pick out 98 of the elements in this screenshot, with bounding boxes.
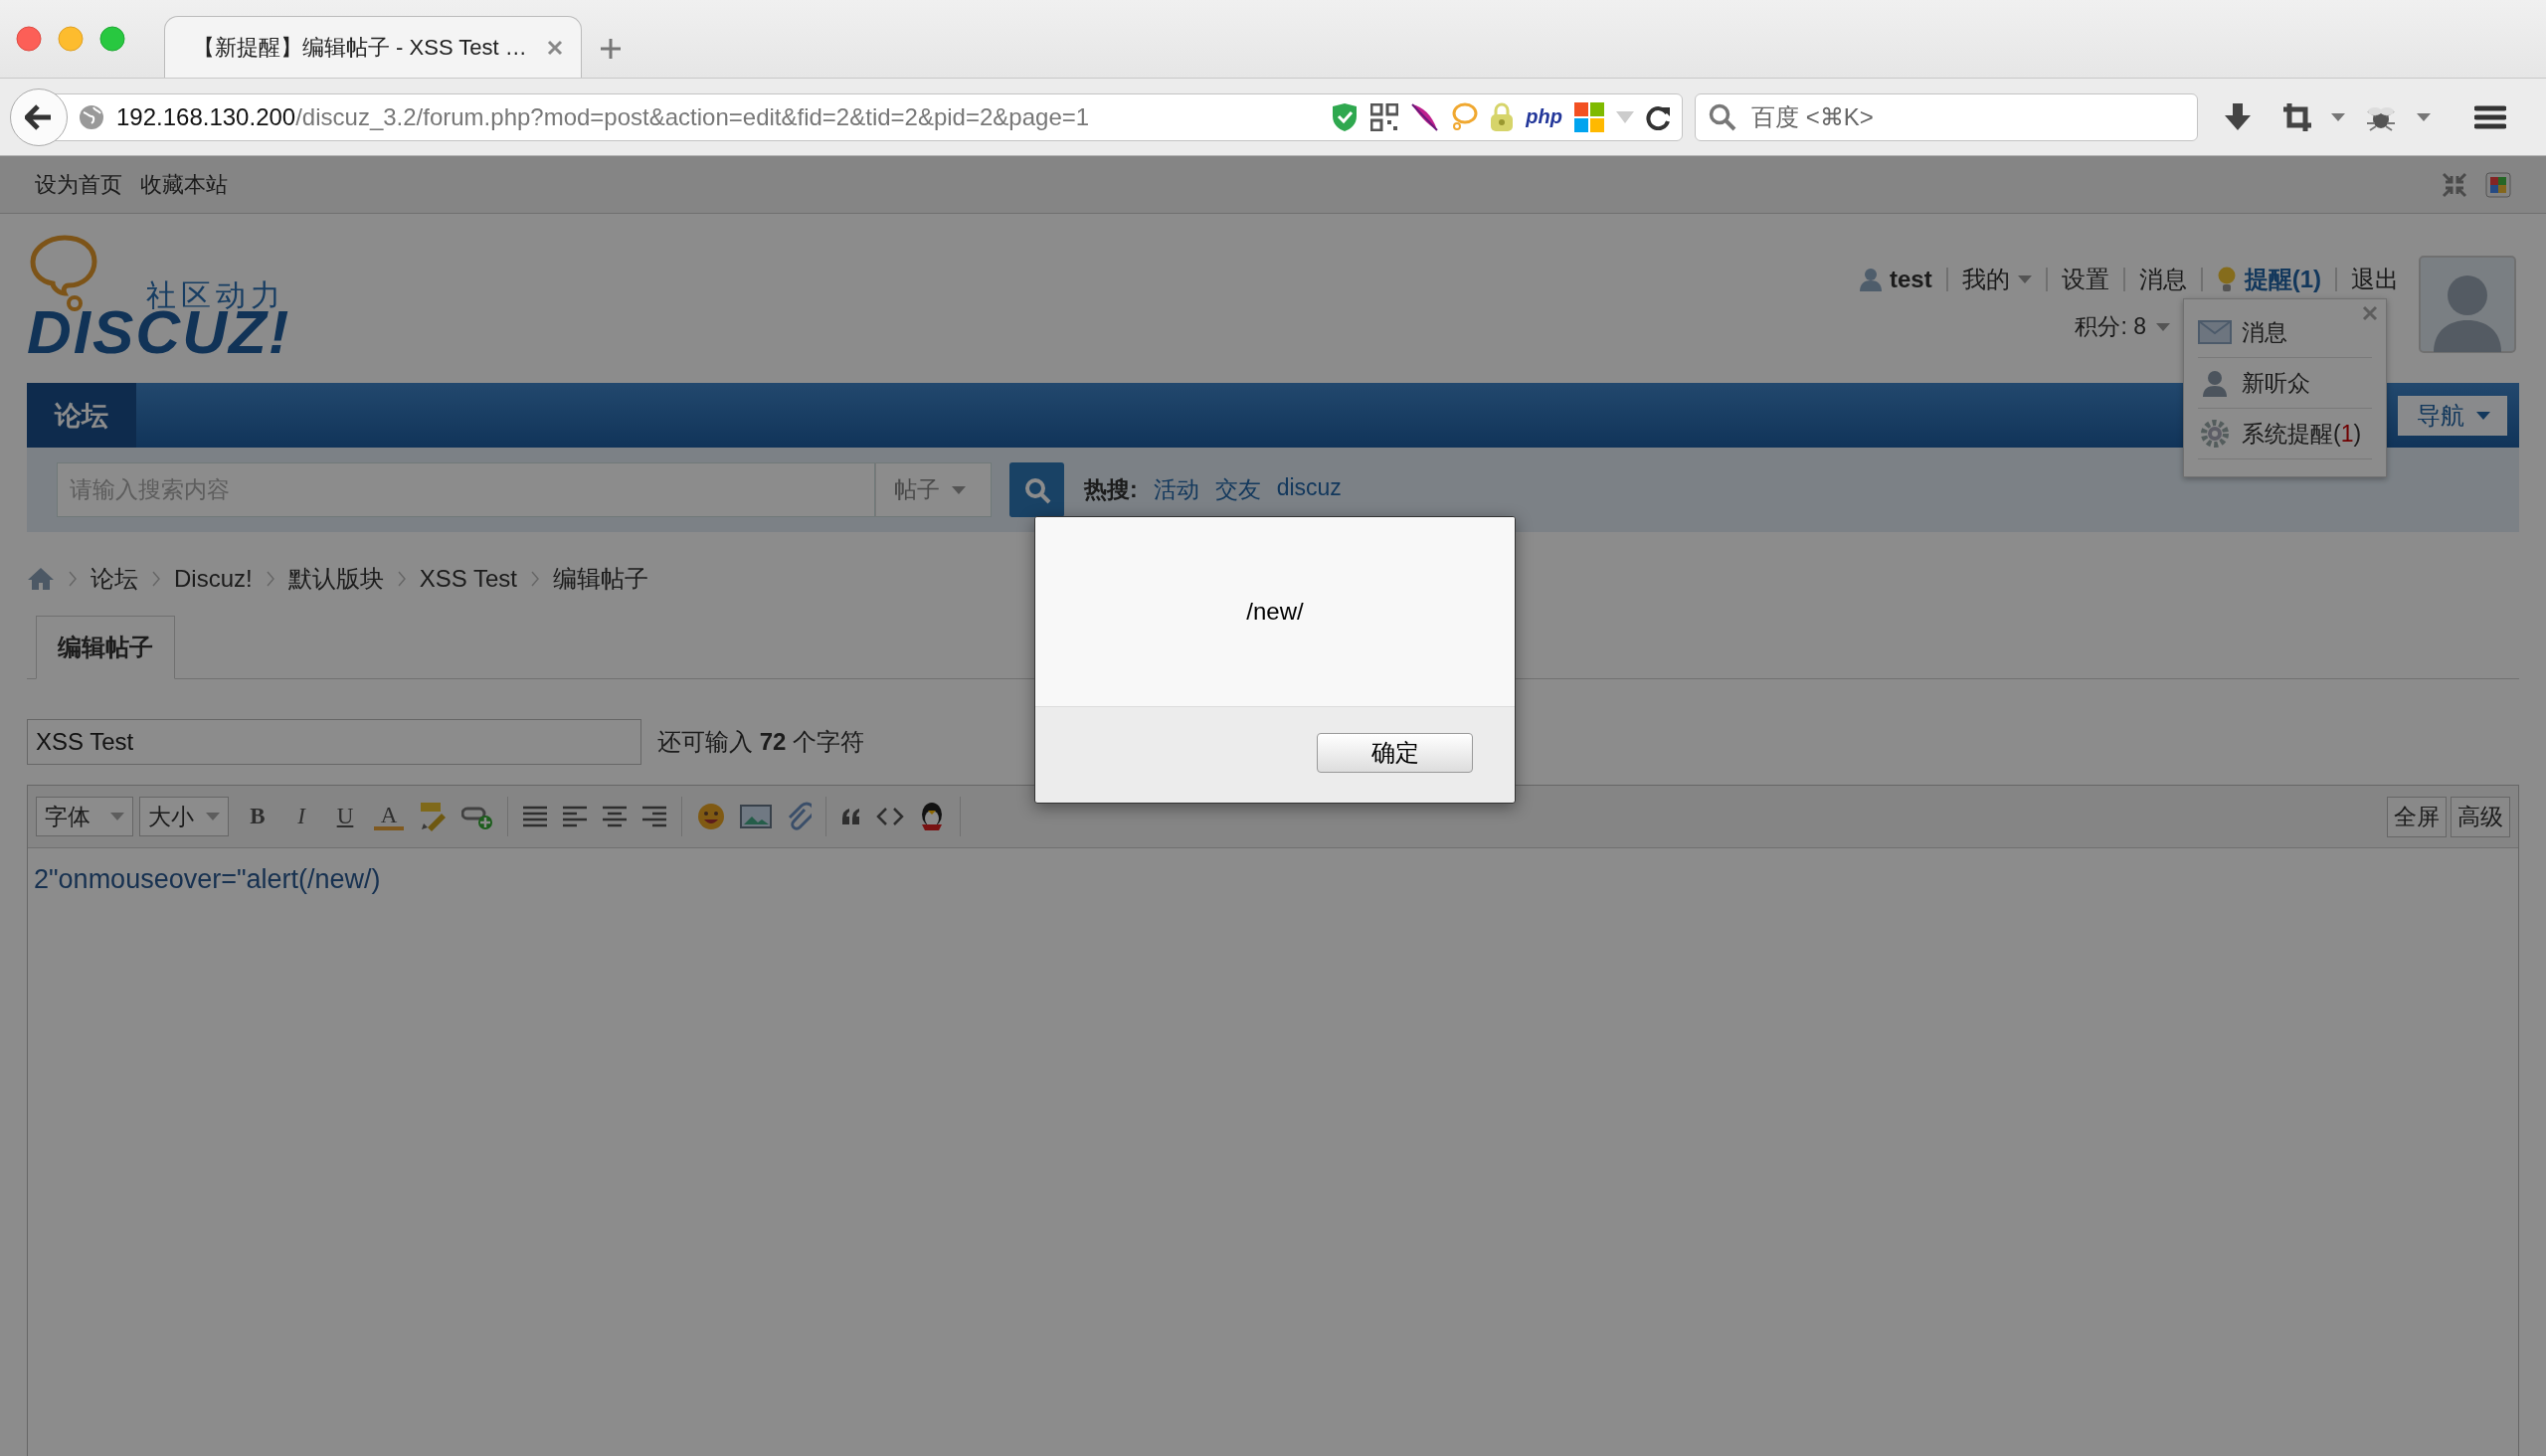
reload-icon[interactable] — [1646, 103, 1672, 130]
breadcrumb-link[interactable]: XSS Test — [419, 565, 517, 593]
caret-icon — [2017, 275, 2032, 283]
editor-content-text: 2"onmouseover="alert(/new/) — [33, 863, 382, 896]
shield-icon[interactable] — [1331, 101, 1360, 132]
menu-icon[interactable] — [2474, 104, 2506, 129]
caret-icon[interactable] — [2417, 112, 2431, 121]
logo-tagline: 社区动力 — [146, 277, 285, 311]
feather-icon[interactable] — [1410, 101, 1439, 132]
ok-button[interactable]: 确定 — [1317, 733, 1473, 773]
notice-menu-item: 新听众 — [2242, 368, 2310, 398]
breadcrumb-link[interactable]: Discuz! — [174, 565, 253, 593]
credits-link[interactable]: 积分: 8 — [2075, 311, 2146, 342]
close-window-icon[interactable] — [16, 26, 42, 52]
user-menu-link[interactable]: 我的 — [1961, 264, 2010, 295]
light-bulb-icon — [2216, 267, 2237, 292]
search-button[interactable] — [1009, 462, 1064, 517]
hot-search-link[interactable]: 交友 — [1214, 474, 1261, 505]
highlighter-icon[interactable] — [418, 802, 448, 831]
minimize-window-icon[interactable] — [58, 26, 84, 52]
notice-link[interactable]: 提醒(1) — [2244, 264, 2321, 295]
top-link[interactable]: 设为首页 — [35, 169, 122, 200]
back-arrow-icon — [25, 103, 53, 130]
caret-icon — [952, 485, 966, 494]
close-icon[interactable] — [2362, 305, 2378, 321]
close-icon[interactable] — [547, 39, 563, 56]
user-icon — [1859, 268, 1882, 291]
caret-icon — [2476, 412, 2490, 420]
caret-icon — [206, 813, 220, 820]
search-scope-select[interactable]: 帖子 — [875, 462, 992, 517]
size-select[interactable]: 大小 — [139, 797, 229, 836]
breadcrumb-link[interactable]: 编辑帖子 — [552, 563, 648, 595]
italic-button[interactable]: I — [286, 804, 316, 829]
font-select[interactable]: 字体 — [36, 797, 133, 836]
globe-icon — [79, 103, 104, 130]
crop-icon[interactable] — [2283, 102, 2311, 131]
collapse-arrows-icon[interactable] — [2442, 171, 2467, 198]
php-label[interactable]: php — [1526, 105, 1562, 128]
chevron-icon — [152, 571, 160, 587]
user-menu-link[interactable]: 消息 — [2138, 264, 2187, 295]
caret-icon — [2156, 322, 2170, 331]
home-icon[interactable] — [27, 567, 55, 591]
chevron-icon — [530, 571, 539, 587]
editor-mode-button[interactable]: 全屏 — [2387, 796, 2447, 837]
chevron-icon — [266, 571, 274, 587]
align-right-icon[interactable] — [641, 805, 667, 828]
lock-icon[interactable] — [1490, 101, 1515, 132]
speech-bubble-icon[interactable] — [1450, 101, 1479, 132]
user-menu-link[interactable]: 退出 — [2351, 264, 2399, 295]
hot-search-link[interactable]: 活动 — [1153, 474, 1199, 505]
caret-icon — [110, 813, 124, 820]
image-icon[interactable] — [740, 804, 772, 829]
align-center-icon[interactable] — [602, 805, 628, 828]
tab-title: 【新提醒】编辑帖子 - XSS Test … — [193, 33, 528, 62]
zoom-window-icon[interactable] — [99, 26, 125, 52]
four-squares-icon[interactable] — [1574, 101, 1604, 132]
top-link[interactable]: 收藏本站 — [140, 169, 228, 200]
gear-icon — [2198, 419, 2232, 449]
envelope-icon — [2198, 320, 2232, 344]
code-icon[interactable] — [876, 806, 904, 827]
notice-menu-item: 系统提醒(1) — [2242, 419, 2362, 449]
qr-code-icon[interactable] — [1370, 102, 1399, 131]
smiley-icon[interactable] — [696, 802, 726, 831]
underline-button[interactable]: U — [330, 804, 360, 829]
chevron-icon — [397, 571, 406, 587]
search-icon — [1022, 475, 1051, 504]
url-field[interactable]: 192.168.130.200/discuz_3.2/forum.php?mod=post&action=edit&fid=2&tid=2&pid=2&page=1 php — [54, 92, 1683, 141]
align-justify-icon[interactable] — [522, 805, 548, 828]
breadcrumb-link[interactable]: 论坛 — [91, 563, 138, 595]
paperclip-icon[interactable] — [786, 802, 812, 831]
subject-field[interactable]: XSS Test — [27, 719, 641, 765]
chevron-icon — [69, 571, 77, 587]
align-left-icon[interactable] — [562, 805, 588, 828]
nav-tab[interactable]: 论坛 — [27, 383, 136, 448]
breadcrumb-link[interactable]: 默认版块 — [287, 563, 384, 595]
notice-menu-row[interactable]: 新听众 — [2198, 358, 2372, 409]
quote-icon[interactable] — [840, 807, 862, 826]
browser-tab[interactable]: 【新提醒】编辑帖子 - XSS Test … — [164, 16, 582, 78]
hot-search-link[interactable]: discuz — [1276, 474, 1342, 505]
alert-message: /new/ — [1035, 517, 1515, 707]
notice-menu-item: 消息 — [2242, 317, 2287, 347]
quick-nav-button[interactable]: 导航 — [2398, 396, 2507, 436]
bold-button[interactable]: B — [243, 804, 273, 829]
notice-menu-row[interactable]: 系统提醒(1) — [2198, 409, 2372, 459]
edit-post-tab[interactable]: 编辑帖子 — [36, 616, 175, 679]
hot-search-label: 热搜: — [1084, 475, 1138, 504]
search-field[interactable]: 百度 <⌘K> — [1695, 92, 2198, 141]
caret-icon[interactable] — [2331, 112, 2345, 121]
font-color-button[interactable]: A — [374, 803, 404, 830]
username-link[interactable]: test — [1889, 266, 1932, 293]
download-icon[interactable] — [2224, 102, 2252, 131]
plus-icon[interactable] — [600, 38, 622, 60]
editor-mode-button[interactable]: 高级 — [2451, 796, 2510, 837]
palette-icon[interactable] — [2485, 171, 2511, 198]
notice-menu-row[interactable]: 消息 — [2198, 307, 2372, 358]
user-menu-link[interactable]: 设置 — [2061, 264, 2109, 295]
url-text: 192.168.130.200/discuz_3.2/forum.php?mod=post&action=edit&fid=2&tid=2&pid=2&page=1 — [116, 102, 1091, 131]
remaining-characters-text: 还可输入 72 个字符 — [657, 727, 865, 757]
